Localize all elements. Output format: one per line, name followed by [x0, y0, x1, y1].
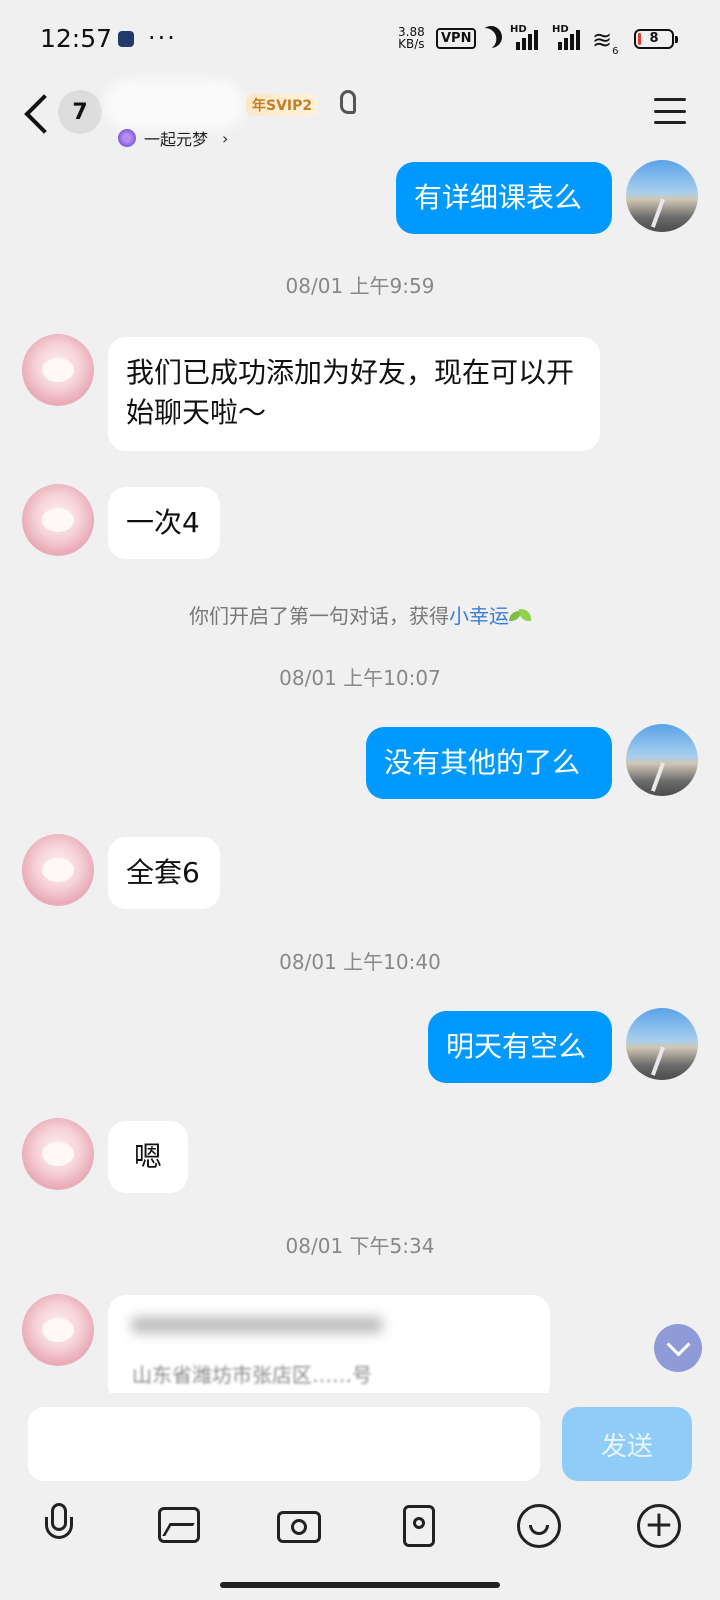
mic-icon[interactable] [34, 1501, 84, 1551]
contact-status-text: 一起元梦 [144, 130, 209, 149]
image-icon[interactable] [154, 1501, 204, 1551]
lucky-link[interactable]: 小幸运 [449, 604, 509, 628]
wifi-sub: 6 [612, 45, 619, 57]
message-timestamp: 08/01 上午10:40 [279, 950, 441, 974]
message-bubble-received[interactable]: 一次4 [108, 487, 220, 559]
message-bubble-sent[interactable]: 明天有空么 [428, 1011, 612, 1083]
system-message-text: 你们开启了第一句对话，获得 [189, 604, 449, 628]
home-indicator[interactable] [220, 1582, 500, 1588]
message-bubble-sent[interactable]: 有详细课表么 [396, 162, 612, 234]
back-icon[interactable] [24, 94, 54, 134]
chat-header: 7 年SVIP2 一起元梦 › [0, 80, 720, 152]
contact-avatar[interactable] [22, 834, 94, 906]
wifi-icon: ≋6 [592, 26, 619, 57]
camera-icon[interactable] [274, 1501, 324, 1551]
location-card[interactable]: 山东省潍坊市张店区……号 [108, 1295, 550, 1403]
my-avatar[interactable] [626, 724, 698, 796]
status-time: 12:57 [40, 24, 113, 53]
signal-icon-1: HD [510, 24, 546, 50]
network-speed: 3.88 KB/s [398, 26, 425, 50]
app-notification-icon [118, 31, 134, 47]
message-input[interactable] [28, 1407, 540, 1481]
contact-avatar[interactable] [22, 484, 94, 556]
emoji-icon[interactable] [514, 1501, 564, 1551]
message-bubble-received[interactable]: 全套6 [108, 837, 220, 909]
unread-count-badge[interactable]: 7 [58, 90, 102, 134]
contact-avatar[interactable] [22, 1294, 94, 1366]
contact-name-redacted[interactable] [104, 80, 244, 130]
system-message: 你们开启了第一句对话，获得小幸运 [0, 600, 720, 629]
battery-percent: 8 [649, 31, 659, 46]
menu-icon[interactable] [654, 98, 686, 124]
card-title-redacted [132, 1317, 382, 1333]
chevron-right-icon: › [222, 128, 229, 148]
message-bubble-received[interactable]: 我们已成功添加为好友，现在可以开始聊天啦～ [108, 337, 600, 451]
input-area: 发送 [0, 1393, 720, 1600]
network-speed-unit: KB/s [398, 37, 425, 51]
status-bar: 12:57 ··· 3.88 KB/s VPN HD HD ≋6 8 [0, 0, 720, 80]
message-timestamp: 08/01 上午10:07 [279, 666, 441, 690]
contact-avatar[interactable] [22, 334, 94, 406]
plus-icon[interactable] [634, 1501, 684, 1551]
do-not-disturb-icon [477, 23, 505, 51]
card-address: 山东省潍坊市张店区……号 [132, 1363, 372, 1387]
message-bubble-sent[interactable]: 没有其他的了么 [366, 727, 612, 799]
message-timestamp: 08/01 上午9:59 [285, 274, 435, 298]
message-bubble-received[interactable]: 嗯 [108, 1121, 188, 1193]
signal-icon-2: HD [552, 24, 588, 50]
red-packet-icon[interactable] [394, 1501, 444, 1551]
vpn-icon: VPN [436, 28, 477, 49]
contact-avatar[interactable] [22, 1118, 94, 1190]
ear-icon[interactable] [340, 90, 356, 114]
scroll-down-icon[interactable] [654, 1324, 702, 1372]
vip-badge[interactable]: 年SVIP2 [246, 94, 319, 116]
battery-icon: 8 [634, 29, 678, 49]
send-button[interactable]: 发送 [562, 1407, 692, 1481]
game-status-icon [118, 129, 136, 147]
input-toolbar [0, 1501, 720, 1561]
my-avatar[interactable] [626, 160, 698, 232]
my-avatar[interactable] [626, 1008, 698, 1080]
message-timestamp: 08/01 下午5:34 [285, 1234, 435, 1258]
more-notifications-icon: ··· [148, 24, 177, 52]
contact-status[interactable]: 一起元梦 › [118, 126, 228, 150]
sprout-icon [509, 608, 531, 627]
